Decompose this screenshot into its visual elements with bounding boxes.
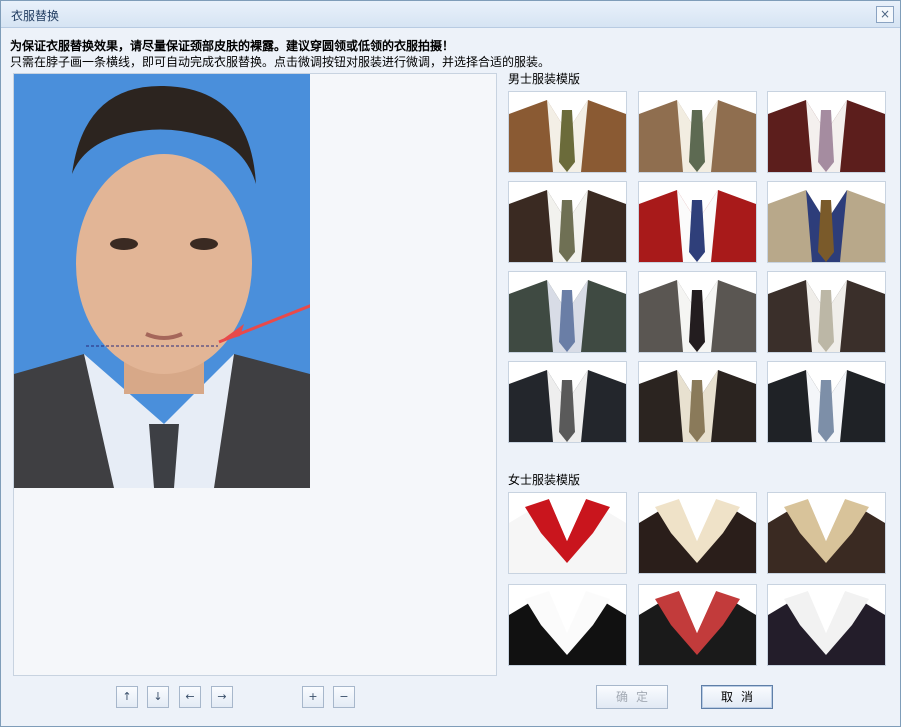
- male-template-11[interactable]: [638, 361, 757, 443]
- title-bar: 衣服替换 ×: [1, 1, 900, 28]
- move-left-button[interactable]: ←: [179, 686, 201, 708]
- photo-canvas[interactable]: [13, 73, 497, 676]
- warning-text: 为保证衣服替换效果，请尽量保证颈部皮肤的裸露。建议穿圆领或低领的衣服拍摄！: [10, 39, 455, 53]
- male-template-3[interactable]: [767, 91, 886, 173]
- left-arrow-icon: ←: [185, 690, 195, 703]
- portrait-photo[interactable]: [14, 74, 310, 488]
- move-down-button[interactable]: ↓: [147, 686, 169, 708]
- down-arrow-icon: ↓: [153, 690, 163, 703]
- male-template-7[interactable]: [508, 271, 627, 353]
- female-template-5[interactable]: [638, 584, 757, 666]
- cancel-button[interactable]: 取消: [701, 685, 773, 709]
- right-arrow-icon: →: [217, 690, 227, 703]
- move-right-button[interactable]: →: [211, 686, 233, 708]
- ok-button[interactable]: 确定: [596, 685, 668, 709]
- male-template-9[interactable]: [767, 271, 886, 353]
- male-template-12[interactable]: [767, 361, 886, 443]
- male-template-1[interactable]: [508, 91, 627, 173]
- female-template-1[interactable]: [508, 492, 627, 574]
- female-template-4[interactable]: [508, 584, 627, 666]
- move-up-button[interactable]: ↑: [116, 686, 138, 708]
- clothes-replace-dialog: 衣服替换 × 为保证衣服替换效果，请尽量保证颈部皮肤的裸露。建议穿圆领或低领的衣…: [0, 0, 901, 727]
- male-template-5[interactable]: [638, 181, 757, 263]
- female-template-3[interactable]: [767, 492, 886, 574]
- male-template-6[interactable]: [767, 181, 886, 263]
- portrait-illustration: [14, 74, 310, 488]
- male-template-4[interactable]: [508, 181, 627, 263]
- hint-text: 只需在脖子画一条横线，即可自动完成衣服替换。点击微调按钮对服装进行微调，并选择合…: [10, 55, 551, 69]
- male-template-8[interactable]: [638, 271, 757, 353]
- female-template-6[interactable]: [767, 584, 886, 666]
- close-icon[interactable]: ×: [876, 6, 894, 23]
- window-title: 衣服替换: [11, 9, 60, 23]
- zoom-out-button[interactable]: −: [333, 686, 355, 708]
- zoom-in-button[interactable]: +: [302, 686, 324, 708]
- female-templates-title: 女士服装模版: [508, 473, 581, 487]
- male-template-10[interactable]: [508, 361, 627, 443]
- female-template-2[interactable]: [638, 492, 757, 574]
- male-templates-title: 男士服装模版: [508, 72, 581, 86]
- male-template-2[interactable]: [638, 91, 757, 173]
- up-arrow-icon: ↑: [122, 690, 132, 703]
